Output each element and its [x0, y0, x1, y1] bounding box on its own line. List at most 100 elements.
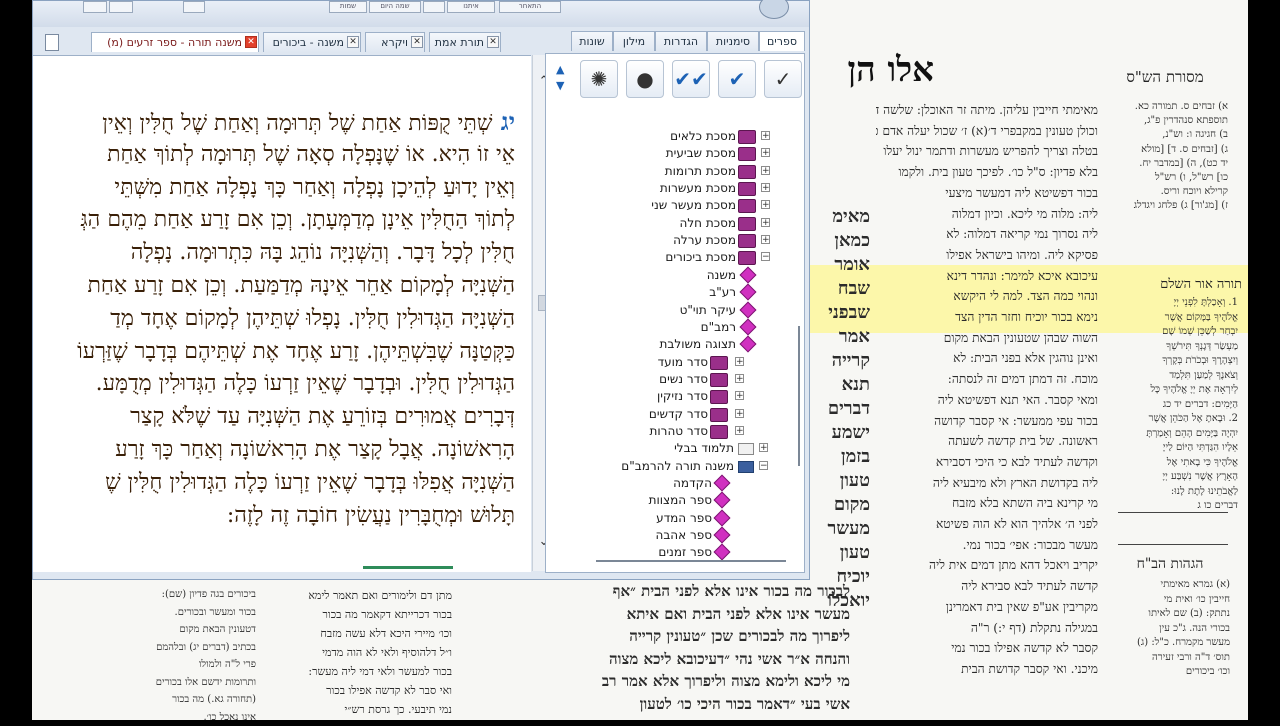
tree-icon[interactable]: ✺ [580, 60, 618, 98]
expand-icon[interactable]: + [735, 357, 744, 366]
text-line: ומאי קסבר. האי תנא דפשיטא ליה [876, 390, 1098, 411]
horizontal-scrollbar[interactable] [596, 560, 786, 562]
tree-item[interactable]: + מסכת תרומות [546, 163, 792, 180]
tab-label: ויקרא [381, 36, 408, 49]
text-line: ותרומות ידשם אלו בכורים [134, 674, 256, 692]
tree-item[interactable]: +סדר מועד [546, 354, 792, 371]
tab-vayikra[interactable]: ✕ויקרא [365, 32, 425, 52]
tab-mishna-bikkurim[interactable]: ✕משנה - ביכורים [263, 32, 361, 52]
tree-item[interactable]: משנה [546, 267, 792, 284]
toolbar-button[interactable]: התאחר [499, 1, 561, 13]
expand-icon[interactable]: + [761, 131, 770, 140]
tree-item[interactable]: −משנה תורה להרמב"ם [546, 458, 792, 475]
text-icon [714, 544, 731, 561]
expand-icon[interactable]: + [735, 374, 744, 383]
close-icon[interactable]: ✕ [411, 36, 423, 48]
double-check-icon[interactable]: ✔✔ [672, 60, 710, 98]
expand-icon[interactable]: + [761, 148, 770, 157]
tree-item[interactable]: הקדמה [546, 475, 792, 492]
text-line: ראשונה. של בית קדשה לשעתה [876, 431, 1098, 452]
books-tree[interactable]: +מסכת כלאים+מסכת שביעית+מסכת תרומות+מסכת… [546, 126, 792, 572]
hagahot-habach-title: הגהות הב"ח [1120, 556, 1220, 573]
verse-number[interactable]: יג [492, 107, 515, 136]
text-line: מאימתי חייבין עליהן. מיתה זר האוכלן: שלש… [876, 100, 1098, 121]
tree-item[interactable]: רע"ב [546, 284, 792, 301]
text-line: ג) [זבחים ס. ד] [מולא [1118, 143, 1228, 157]
text-line: קדשה לעתיד לבא סבירא ליה [876, 576, 1098, 597]
tree-item[interactable]: +מסכת חלה [546, 215, 792, 232]
tree-item[interactable]: +מסכת מעשרות [546, 180, 792, 197]
expand-icon[interactable]: + [735, 409, 744, 418]
expand-icon[interactable]: + [761, 183, 770, 192]
app-window: שמות שמה היום איתנו התאחר ✕משנה תורה - ס… [32, 0, 810, 580]
app-menu-button[interactable] [759, 0, 789, 19]
tree-scrollbar[interactable] [794, 126, 804, 566]
text-line: אינו נאכל כו׳. [134, 709, 256, 726]
text-line: דְּבָרִים אֲמוּרִים בְּזוֹרֵעַ אֶת הַשְּ… [33, 401, 515, 434]
toolbar-button[interactable]: שמות [329, 1, 367, 13]
tree-item[interactable]: עיקר תוי"ט [546, 302, 792, 319]
collapse-icon[interactable]: − [761, 252, 770, 261]
text-line-content: כַּקְּטַנָּה שֶׁבִּשְׁתֵּיהֶן. זָרַע אֶח… [77, 339, 515, 364]
divider [1118, 544, 1228, 545]
toolbar-button[interactable]: איתנו [447, 1, 495, 13]
tree-item[interactable]: −מסכת ביכורים [546, 249, 792, 266]
expand-icon[interactable]: + [735, 426, 744, 435]
torah-or-hashalem-title: תורה אור השלם [1130, 276, 1242, 292]
text-line: ז) [מג'ור] ג) פלחג ויגדלג [1118, 199, 1228, 213]
tab-misc[interactable]: שונות [571, 31, 613, 51]
tree-item[interactable]: +מסכת כלאים [546, 128, 792, 145]
toolbar-button[interactable] [109, 1, 133, 13]
scroll-thumb[interactable] [798, 326, 800, 466]
tree-item[interactable]: +סדר נשים [546, 371, 792, 388]
close-icon[interactable]: ✕ [487, 36, 499, 48]
tree-item[interactable]: ספר אהבה [546, 527, 792, 544]
tree-item[interactable]: תצוגה משולבת [546, 336, 792, 353]
expand-icon[interactable]: + [761, 235, 770, 244]
expand-icon[interactable]: + [759, 443, 768, 452]
text-line: שבח [808, 277, 870, 301]
tree-item[interactable]: +מסכת ערלה [546, 232, 792, 249]
toolbar-button[interactable] [183, 1, 205, 13]
tree-item[interactable]: +מסכת מעשר שני [546, 197, 792, 214]
checkmark-blue-icon[interactable]: ✔ [718, 60, 756, 98]
check-icon[interactable]: ✓ [764, 60, 802, 98]
head-icon[interactable]: ● [626, 60, 664, 98]
text-line: מקריבין אע"פ שאין בית דאמרינן [876, 597, 1098, 618]
tab-mishneh-torah-zeraim[interactable]: ✕משנה תורה - ספר זרעים (מ) [91, 32, 259, 52]
tab-settings[interactable]: הגדרות [655, 31, 707, 51]
expand-icon[interactable]: + [761, 218, 770, 227]
tree-item-label: מסכת תרומות [665, 163, 736, 180]
tab-torat-emet[interactable]: ✕תורת אמת [429, 32, 501, 52]
expand-icon[interactable]: + [761, 200, 770, 209]
text-reader[interactable]: יג שְׁתֵּי קֻפּוֹת אַחַת שֶׁל תְּרוּמָה … [33, 55, 531, 572]
tree-item-label: סדר קדשים [649, 406, 708, 423]
text-line: מוכח. זה דמתן דמים זה לנסתה: [876, 369, 1098, 390]
tree-item[interactable]: +תלמוד בבלי [546, 440, 792, 457]
tree-item[interactable]: רמב"ם [546, 319, 792, 336]
tree-item[interactable]: ספר המצוות [546, 492, 792, 509]
tree-item[interactable]: + סדר קדשים [546, 406, 792, 423]
tree-item[interactable]: +סדר נזיקין [546, 388, 792, 405]
text-line: הַשְּׁנִיָּה הַגְּדוּלִין חֻלִּין. נָפְל… [33, 303, 515, 336]
close-icon[interactable]: ✕ [245, 36, 257, 48]
tab-books[interactable]: ספרים [759, 31, 805, 51]
collapse-icon[interactable]: − [759, 461, 768, 470]
tree-item[interactable]: +מסכת שביעית [546, 145, 792, 162]
up-down-arrows-icon[interactable]: ▲▼ [556, 62, 568, 94]
expand-icon[interactable]: + [761, 166, 770, 175]
expand-icon[interactable]: + [735, 391, 744, 400]
book-icon [738, 217, 756, 231]
tree-item[interactable]: +סדר טהרות [546, 423, 792, 440]
text-line: מַעְשַׂר דְּגָנְךָ תִּירֹשְׁךָ [1118, 340, 1238, 355]
tab-bookmarks[interactable]: סימניות [707, 31, 759, 51]
tree-item[interactable]: ספר זמנים [546, 544, 792, 561]
toolbar-button[interactable] [83, 1, 107, 13]
toolbar-button[interactable]: שמה היום [369, 1, 421, 13]
toolbar-button[interactable] [423, 1, 445, 13]
tab-label: תורת אמת [435, 36, 484, 49]
tab-dictionary[interactable]: מילון [613, 31, 655, 51]
text-line: בכורי הנה. ג"כ עין [1124, 622, 1230, 637]
close-icon[interactable]: ✕ [347, 36, 359, 48]
tree-item[interactable]: ספר המדע [546, 510, 792, 527]
